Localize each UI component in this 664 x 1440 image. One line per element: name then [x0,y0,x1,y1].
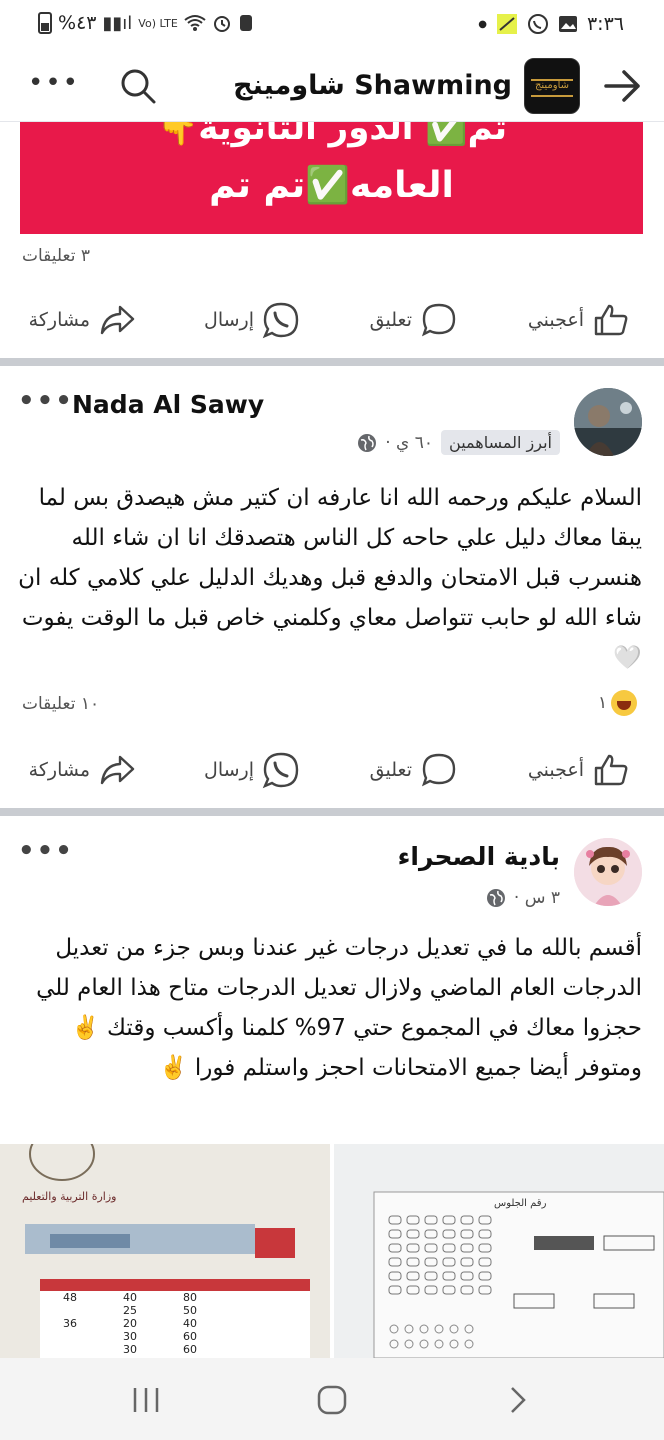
table-row: 36 20 40 [63,1317,197,1330]
comment-icon [421,753,456,787]
nfc-icon [239,15,252,31]
table-row: 30 60 [123,1343,197,1356]
page-title[interactable]: شاومينج Shawming [233,70,512,101]
table-row: 48 40 80 [63,1291,197,1304]
like-label: أعجبني [527,309,584,331]
post-time[interactable]: ٣ س · [514,888,560,908]
battery-icon [38,12,52,34]
comment-icon [421,303,456,337]
comment-button[interactable]: تعليق [370,290,458,350]
recent-apps-icon[interactable] [126,1380,166,1420]
nav-back-icon[interactable] [498,1380,538,1420]
author-avatar[interactable] [574,838,642,906]
send-label: إرسال [204,309,254,331]
globe-icon [486,889,505,907]
post-author[interactable]: بادية الصحراء [398,842,560,871]
answer-sheet-header: رقم الجلوس [494,1198,547,1209]
post-divider [0,358,664,366]
page-avatar-text: شاومينج [534,80,570,91]
comment-label: تعليق [369,759,412,781]
post-author[interactable]: Nada Al Sawy [72,390,264,419]
post-meta: ٣ س · [486,888,560,908]
whatsapp-icon [527,14,548,34]
sheet-header: وزارة التربية والتعليم [22,1190,116,1203]
author-avatar[interactable] [574,388,642,456]
search-icon[interactable] [118,66,158,106]
signal-icon: ▮▮ıl [102,12,133,34]
whatsapp-send-icon [262,752,299,789]
thumbs-up-icon [594,304,628,336]
avatar-photo [574,388,642,456]
notification-dot-icon: ● [478,18,487,30]
post-more-icon[interactable]: ••• [18,386,74,416]
home-icon[interactable] [312,1380,352,1420]
back-arrow-icon[interactable] [602,68,642,104]
table-row: 30 60 [123,1330,197,1343]
more-options-icon[interactable]: ••• [28,68,80,98]
banner-line2: العامه✅تم تم [209,165,454,206]
status-right: ● ٣:٣٦ [478,12,624,36]
like-button[interactable]: أعجبني [528,290,630,350]
globe-icon [358,433,377,452]
share-button[interactable]: مشاركة [29,290,136,350]
answer-sheet-image: رقم الجلوس [334,1144,664,1358]
table-row: 25 50 [123,1304,197,1317]
haha-reaction-icon [611,690,638,716]
send-button[interactable]: إرسال [204,740,300,800]
volte-icon: Vo) LTE [138,16,178,30]
post-time[interactable]: ٦٠ ي · [385,433,433,453]
avatar-photo [574,838,642,906]
like-label: أعجبني [527,759,584,781]
reactions-count: ١ [598,693,608,713]
share-label: مشاركة [28,309,90,331]
page-avatar[interactable]: شاومينج [524,58,580,114]
clock: ٣:٣٦ [586,13,624,35]
share-label: مشاركة [28,759,90,781]
comment-label: تعليق [369,309,412,331]
post-actions: أعجبني تعليق إرسال مشاركة [0,290,664,350]
post-text: السلام عليكم ورحمه الله انا عارفه ان كتي… [18,485,642,671]
post-photo-left[interactable]: وزارة التربية والتعليم 48 40 80 25 50 36… [0,1144,330,1358]
comments-count[interactable]: ٣ تعليقات [22,246,90,266]
post-divider [0,808,664,816]
system-navigation-bar [0,1358,664,1440]
status-left: %٤٣ ▮▮ıl Vo) LTE [38,12,254,34]
comments-count[interactable]: ١٠ تعليقات [22,694,99,714]
share-icon [100,755,135,785]
alarm-icon [213,16,230,32]
post-meta: أبرز المساهمين ٦٠ ي · [357,430,560,455]
banner-line1: 👇تم✅ الدور الثانوية [155,122,508,148]
thumbs-up-icon [594,754,628,786]
comment-button[interactable]: تعليق [370,740,458,800]
post-actions: أعجبني تعليق إرسال مشاركة [0,740,664,800]
post-photo-right[interactable]: رقم الجلوس [334,1144,664,1358]
scores-table: 48 40 80 25 50 36 20 40 30 60 30 60 [40,1291,310,1356]
status-bar: %٤٣ ▮▮ıl Vo) LTE ● ٣:٣٦ [0,0,664,50]
post-text: أقسم بالله ما في تعديل درجات غير عندنا و… [36,935,642,1081]
wifi-icon [184,15,206,31]
battery-percent: %٤٣ [58,12,97,34]
post-more-icon[interactable]: ••• [18,836,74,866]
whatsapp-send-icon [262,302,299,339]
share-icon [100,305,135,335]
page-header: ••• شاومينج Shawming شاومينج [0,50,664,122]
top-contributor-badge[interactable]: أبرز المساهمين [441,430,560,455]
app-notification-icon [496,14,517,34]
share-button[interactable]: مشاركة [29,740,136,800]
reactions-summary[interactable]: ١ [598,690,638,716]
send-label: إرسال [204,759,254,781]
send-button[interactable]: إرسال [204,290,300,350]
post-banner-image[interactable]: 👇تم✅ الدور الثانوية العامه✅تم تم [20,122,643,234]
like-button[interactable]: أعجبني [528,740,630,800]
gallery-icon [558,16,577,32]
